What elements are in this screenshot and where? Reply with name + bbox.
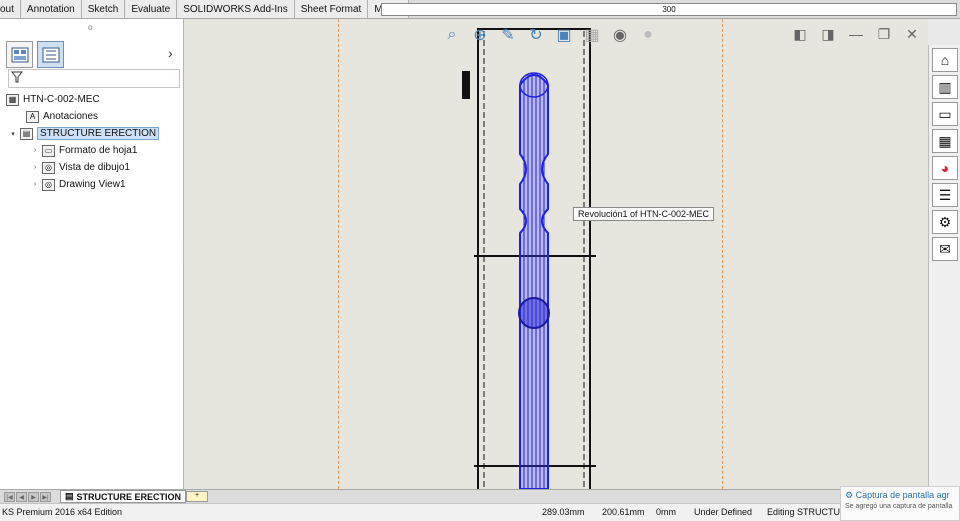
notification-title: Captura de pantalla agr bbox=[855, 490, 950, 500]
close-icon[interactable]: ✕ bbox=[904, 26, 920, 42]
drawing-canvas[interactable]: ⌕ ⊕ ✎ ↻ ▣ ▦ ◉ ● ◧ ◨ — ❐ ✕ Revolución1 of… bbox=[184, 19, 928, 489]
display-style-icon[interactable]: ▦ bbox=[582, 25, 602, 45]
side-bracket bbox=[462, 71, 470, 99]
restore-right-icon[interactable]: ◨ bbox=[820, 26, 836, 42]
heads-up-view-toolbar: ⌕ ⊕ ✎ ↻ ▣ ▦ ◉ ● bbox=[442, 25, 658, 45]
add-sheet-button[interactable]: + bbox=[186, 491, 208, 502]
property-manager-tab[interactable] bbox=[37, 41, 64, 68]
tree-item-structure-erection[interactable]: ▾ ▤ STRUCTURE ERECTION bbox=[0, 125, 184, 142]
custom-properties-icon[interactable]: ☰ bbox=[932, 183, 958, 207]
property-list-icon bbox=[42, 47, 59, 62]
tree-item-drawing-view1[interactable]: › ◎ Drawing View1 bbox=[0, 176, 184, 193]
tab-solidworks-addins[interactable]: SOLIDWORKS Add-Ins bbox=[177, 0, 295, 18]
file-explorer-icon[interactable]: ▭ bbox=[932, 102, 958, 126]
first-sheet-button[interactable]: |◀ bbox=[4, 492, 15, 502]
panel-expand-arrow[interactable]: › bbox=[168, 45, 173, 61]
tree-toggle-icon[interactable]: › bbox=[30, 181, 40, 188]
status-bar: KS Premium 2016 x64 Edition 289.03mm 200… bbox=[0, 503, 960, 521]
tree-item-label: Formato de hoja1 bbox=[59, 145, 138, 156]
home-icon[interactable]: ⌂ bbox=[932, 48, 958, 72]
pipe-revolution bbox=[518, 72, 550, 489]
zoom-to-fit-icon[interactable]: ⌕ bbox=[442, 25, 462, 45]
chat-icon[interactable]: ✉ bbox=[932, 237, 958, 261]
drawing-icon: ▦ bbox=[6, 93, 19, 106]
minimize-icon[interactable]: — bbox=[848, 26, 864, 42]
annotations-icon: A bbox=[26, 110, 39, 123]
sheet-tab-structure-erection[interactable]: ▤ STRUCTURE ERECTION bbox=[60, 490, 187, 503]
edition-label: KS Premium 2016 x64 Edition bbox=[2, 507, 123, 517]
tree-item-label: Anotaciones bbox=[43, 111, 99, 122]
notification-icon: ⚙ bbox=[845, 490, 854, 500]
feature-tree-icon bbox=[11, 47, 28, 62]
task-pane-strip: ⌂ ▥ ▭ ▦ ◕ ☰ ⚙ ✉ bbox=[928, 45, 960, 489]
restore-left-icon[interactable]: ◧ bbox=[792, 26, 808, 42]
forum-icon[interactable]: ⚙ bbox=[932, 210, 958, 234]
tab-sheet-format[interactable]: Sheet Format bbox=[294, 0, 369, 18]
horizontal-ruler: 300 bbox=[381, 3, 957, 16]
previous-view-icon[interactable]: ✎ bbox=[498, 25, 518, 45]
panel-handle[interactable]: o bbox=[88, 23, 92, 32]
definition-state: Under Defined bbox=[694, 507, 753, 517]
tree-item-label: STRUCTURE ERECTION bbox=[37, 127, 160, 140]
maximize-icon[interactable]: ❐ bbox=[876, 26, 892, 42]
entity-tooltip: Revolución1 of HTN-C-002-MEC bbox=[573, 207, 715, 221]
tree-toggle-icon[interactable]: ▾ bbox=[8, 130, 18, 138]
hide-show-icon[interactable]: ◉ bbox=[610, 25, 630, 45]
sheet-tab-label: STRUCTURE ERECTION bbox=[76, 491, 182, 502]
notification-subtitle: Se agregó una captura de pantalla bbox=[845, 503, 953, 510]
tree-item-anotaciones[interactable]: A Anotaciones bbox=[0, 108, 184, 125]
filter-field[interactable] bbox=[8, 69, 180, 88]
tree-item-htn-c-002-mec[interactable]: ▦ HTN-C-002-MEC bbox=[0, 91, 184, 108]
drawing-view-icon: ◎ bbox=[42, 161, 55, 174]
screenshot-notification[interactable]: ⚙ Captura de pantalla agr Se agregó una … bbox=[840, 486, 960, 521]
design-library-icon[interactable]: ▥ bbox=[932, 75, 958, 99]
view-orientation-icon[interactable]: ▣ bbox=[554, 25, 574, 45]
z-coordinate: 0mm bbox=[656, 507, 676, 517]
tree-item-label: Vista de dibujo1 bbox=[59, 162, 130, 173]
sheet-icon: ▤ bbox=[65, 491, 74, 501]
filter-icon bbox=[11, 71, 23, 83]
appearances-icon[interactable]: ◕ bbox=[932, 156, 958, 180]
sheet-navigation: |◀ ◀ ▶ ▶| bbox=[4, 492, 51, 502]
feature-tree: ▦ HTN-C-002-MEC A Anotaciones ▾ ▤ STRUCTURE ER… bbox=[0, 91, 184, 193]
feature-manager-panel: o › ▦ HTN-C-002-MEC A Anotaciones ▾ ▤ STRUCTUR… bbox=[0, 19, 184, 489]
sheet-format-icon: ▭ bbox=[42, 144, 55, 157]
drawing-view-icon: ◎ bbox=[42, 178, 55, 191]
sheet-icon: ▤ bbox=[20, 127, 33, 140]
tree-toggle-icon[interactable]: › bbox=[30, 164, 40, 171]
tree-toggle-icon[interactable]: › bbox=[30, 147, 40, 154]
view-palette-icon[interactable]: ▦ bbox=[932, 129, 958, 153]
sheet-tab-bar: |◀ ◀ ▶ ▶| ▤ STRUCTURE ERECTION + bbox=[0, 489, 960, 503]
tab-annotation[interactable]: Annotation bbox=[20, 0, 82, 18]
last-sheet-button[interactable]: ▶| bbox=[40, 492, 51, 502]
tab-evaluate[interactable]: Evaluate bbox=[125, 0, 178, 18]
tree-item-vista-de-dibujo1[interactable]: › ◎ Vista de dibujo1 bbox=[0, 159, 184, 176]
drawing-geometry bbox=[462, 28, 596, 489]
appearance-icon[interactable]: ● bbox=[638, 25, 658, 45]
prev-sheet-button[interactable]: ◀ bbox=[16, 492, 27, 502]
tree-item-formato-de-hoja1[interactable]: › ▭ Formato de hoja1 bbox=[0, 142, 184, 159]
y-coordinate: 200.61mm bbox=[602, 507, 645, 517]
rotate-icon[interactable]: ↻ bbox=[526, 25, 546, 45]
tree-item-label: Drawing View1 bbox=[59, 179, 126, 190]
document-window-controls: ◧ ◨ — ❐ ✕ bbox=[792, 26, 920, 43]
x-coordinate: 289.03mm bbox=[542, 507, 585, 517]
tab-layout[interactable]: out bbox=[0, 0, 21, 18]
next-sheet-button[interactable]: ▶ bbox=[28, 492, 39, 502]
tab-sketch[interactable]: Sketch bbox=[81, 0, 126, 18]
feature-manager-tab[interactable] bbox=[6, 41, 33, 68]
zoom-area-icon[interactable]: ⊕ bbox=[470, 25, 490, 45]
tree-item-label: HTN-C-002-MEC bbox=[23, 94, 100, 105]
